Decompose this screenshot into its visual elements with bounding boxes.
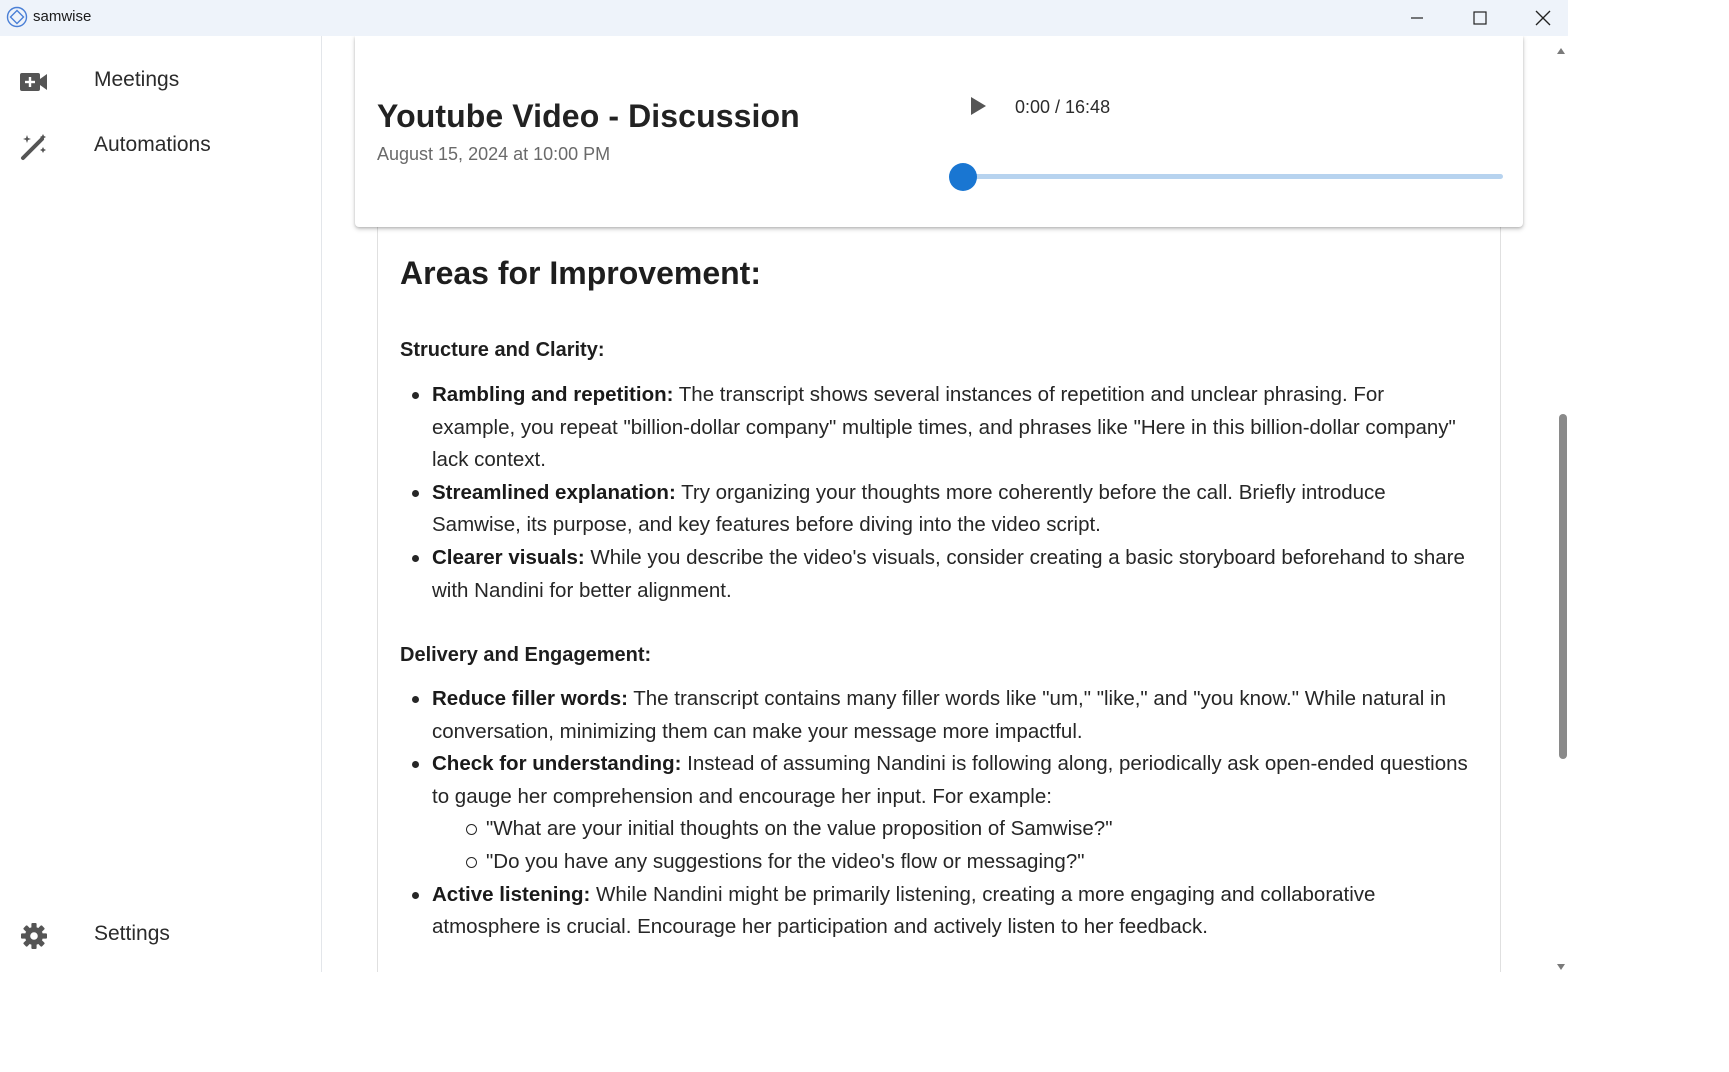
list-item: Check for understanding: Instead of assu… xyxy=(412,748,1472,879)
video-plus-icon xyxy=(18,66,50,98)
sidebar-item-meetings[interactable]: Meetings xyxy=(0,52,322,108)
list-item: Streamlined explanation: Try organizing … xyxy=(412,477,1472,542)
play-button[interactable] xyxy=(961,91,995,125)
scroll-up-arrow-icon[interactable] xyxy=(1556,42,1566,60)
bullet-list: Rambling and repetition: The transcript … xyxy=(412,379,1472,607)
meeting-player-card: Youtube Video - Discussion August 15, 20… xyxy=(355,36,1523,227)
sidebar-item-settings[interactable]: Settings xyxy=(0,906,322,962)
item-label: Check for understanding: xyxy=(432,752,682,776)
item-label: Clearer visuals: xyxy=(432,545,585,569)
sub-list: "What are your initial thoughts on the v… xyxy=(466,813,1472,879)
vertical-scrollbar[interactable] xyxy=(1552,36,1568,972)
meeting-title: Youtube Video - Discussion xyxy=(377,98,800,134)
maximize-icon xyxy=(1473,11,1487,25)
minimize-button[interactable] xyxy=(1386,0,1448,36)
item-label: Streamlined explanation: xyxy=(432,480,676,504)
samwise-logo-icon xyxy=(6,6,28,28)
sidebar-item-label: Automations xyxy=(94,133,211,156)
item-label: Reduce filler words: xyxy=(432,687,628,710)
meeting-notes-panel: Areas for Improvement: Structure and Cla… xyxy=(377,227,1501,972)
sub-list-item: "What are your initial thoughts on the v… xyxy=(466,813,1472,846)
slider-thumb[interactable] xyxy=(949,163,977,191)
minimize-icon xyxy=(1410,11,1424,25)
title-bar: samwise xyxy=(0,0,1568,36)
item-label: Rambling and repetition: xyxy=(432,383,674,406)
close-button[interactable] xyxy=(1512,0,1574,36)
sidebar-item-label: Settings xyxy=(94,922,170,945)
section-title: Delivery and Engagement: xyxy=(400,644,652,666)
window-title: samwise xyxy=(33,8,92,25)
playback-slider[interactable] xyxy=(949,162,1503,192)
scrollbar-thumb[interactable] xyxy=(1559,414,1567,759)
sidebar-item-label: Meetings xyxy=(94,68,180,91)
meeting-date: August 15, 2024 at 10:00 PM xyxy=(377,144,611,164)
scroll-down-arrow-icon[interactable] xyxy=(1556,958,1566,976)
list-item: Clearer visuals: While you describe the … xyxy=(412,542,1472,607)
item-text: While you describe the video's visuals, … xyxy=(432,545,1465,602)
slider-track xyxy=(949,174,1503,179)
notes-heading: Areas for Improvement: xyxy=(400,255,761,291)
close-icon xyxy=(1535,10,1551,26)
list-item: Rambling and repetition: The transcript … xyxy=(412,379,1472,477)
sidebar-item-automations[interactable]: Automations xyxy=(0,117,322,173)
play-icon xyxy=(968,95,988,122)
item-label: Active listening: xyxy=(432,882,591,906)
maximize-button[interactable] xyxy=(1449,0,1511,36)
gear-icon xyxy=(18,920,50,952)
list-item: Reduce filler words: The transcript cont… xyxy=(412,683,1472,748)
playback-time: 0:00 / 16:48 xyxy=(1015,97,1111,117)
list-item: Active listening: While Nandini might be… xyxy=(412,879,1472,944)
sidebar: Meetings Automations Settings xyxy=(0,36,322,972)
bullet-list: Reduce filler words: The transcript cont… xyxy=(412,683,1472,944)
section-title: Structure and Clarity: xyxy=(400,339,605,361)
main-content: Youtube Video - Discussion August 15, 20… xyxy=(323,36,1568,972)
magic-wand-icon xyxy=(18,131,50,163)
sub-list-item: "Do you have any suggestions for the vid… xyxy=(466,846,1472,879)
